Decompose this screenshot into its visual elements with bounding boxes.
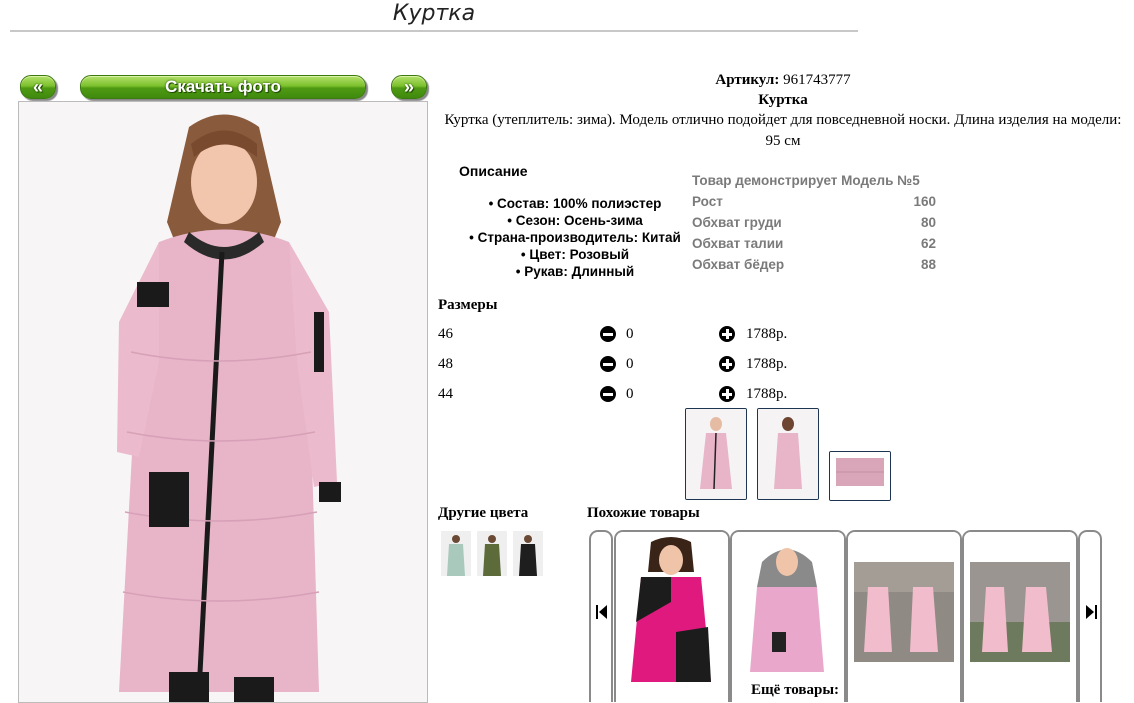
spec-item: • Состав: 100% полиэстер: [488, 196, 662, 211]
carousel-next-button[interactable]: [1078, 530, 1102, 702]
download-photo-button[interactable]: Скачать фото: [80, 75, 366, 99]
thumb-front-image: [686, 409, 746, 499]
prev-photo-button[interactable]: «: [20, 75, 56, 99]
photo-thumbnail[interactable]: [757, 408, 819, 500]
model-title: Товар демонстрирует Модель №5: [692, 173, 920, 188]
black-jacket-icon: [513, 531, 543, 576]
pink-jacket-image: [19, 102, 427, 702]
spec-item: • Страна-производитель: Китай: [469, 230, 681, 245]
similar-product-card[interactable]: [962, 530, 1078, 702]
quantity-value: 0: [626, 386, 634, 402]
olive-jacket-icon: [477, 531, 507, 576]
product-description: Куртка (утеплитель: зима). Модель отличн…: [444, 112, 1122, 149]
sizes-title: Размеры: [438, 297, 498, 313]
similar-product-image: [616, 532, 728, 702]
price-value: 1788р.: [746, 386, 788, 402]
similar-title: Похожие товары: [587, 505, 700, 521]
product-name: Куртка: [758, 92, 808, 108]
photo-thumbnail[interactable]: [829, 451, 891, 501]
plus-icon[interactable]: [719, 386, 735, 402]
skip-back-icon: [596, 605, 607, 619]
next-photo-button[interactable]: »: [391, 75, 427, 99]
similar-product-image: [848, 532, 960, 702]
more-products-label: Ещё товары:: [751, 682, 840, 698]
size-row: 44 0 1788р.: [438, 382, 838, 406]
minus-icon[interactable]: [600, 356, 616, 372]
specs-title: Описание: [459, 163, 528, 179]
similar-product-image: [732, 532, 844, 702]
model-row: Обхват бёдер 88: [692, 257, 936, 272]
sku-label: Артикул:: [715, 72, 780, 88]
model-row: Обхват груди 80: [692, 215, 936, 230]
price-value: 1788р.: [746, 326, 788, 342]
model-row: Обхват талии 62: [692, 236, 936, 251]
skip-forward-icon: [1086, 605, 1097, 619]
page-title: Куртка: [10, 0, 858, 32]
thumb-side-image: [758, 409, 818, 499]
plus-icon[interactable]: [719, 356, 735, 372]
minus-icon[interactable]: [600, 386, 616, 402]
main-product-photo: [18, 101, 428, 703]
spec-item: • Цвет: Розовый: [520, 247, 630, 262]
plus-icon[interactable]: [719, 326, 735, 342]
size-value: 48: [438, 356, 453, 372]
carousel-prev-button[interactable]: [589, 530, 613, 702]
similar-product-card[interactable]: [846, 530, 962, 702]
thumb-detail-image: [830, 452, 890, 500]
product-info: Артикул: 961743777 Куртка Куртка (утепли…: [438, 70, 1128, 152]
size-value: 46: [438, 326, 453, 342]
specs-list: • Состав: 100% полиэстер • Сезон: Осень-…: [440, 195, 710, 280]
quantity-value: 0: [626, 356, 634, 372]
size-row: 46 0 1788р.: [438, 322, 838, 346]
model-row: Рост 160: [692, 194, 936, 209]
color-swatch-olive[interactable]: [477, 531, 507, 576]
sku-value: 961743777: [783, 72, 851, 88]
color-swatch-black[interactable]: [513, 531, 543, 576]
spec-item: • Сезон: Осень-зима: [507, 213, 643, 228]
other-colors-title: Другие цвета: [438, 505, 529, 521]
size-value: 44: [438, 386, 453, 402]
mint-jacket-icon: [441, 531, 471, 576]
minus-icon[interactable]: [600, 326, 616, 342]
size-row: 48 0 1788р.: [438, 352, 838, 376]
price-value: 1788р.: [746, 356, 788, 372]
model-measurements: Товар демонстрирует Модель №5 Рост 160 Об…: [692, 170, 936, 275]
similar-product-card[interactable]: [614, 530, 730, 702]
similar-product-image: [964, 532, 1076, 702]
similar-product-card[interactable]: [730, 530, 846, 702]
quantity-value: 0: [626, 326, 634, 342]
spec-item: • Рукав: Длинный: [515, 264, 635, 279]
color-swatch-mint[interactable]: [441, 531, 471, 576]
photo-thumbnail[interactable]: [685, 408, 747, 500]
